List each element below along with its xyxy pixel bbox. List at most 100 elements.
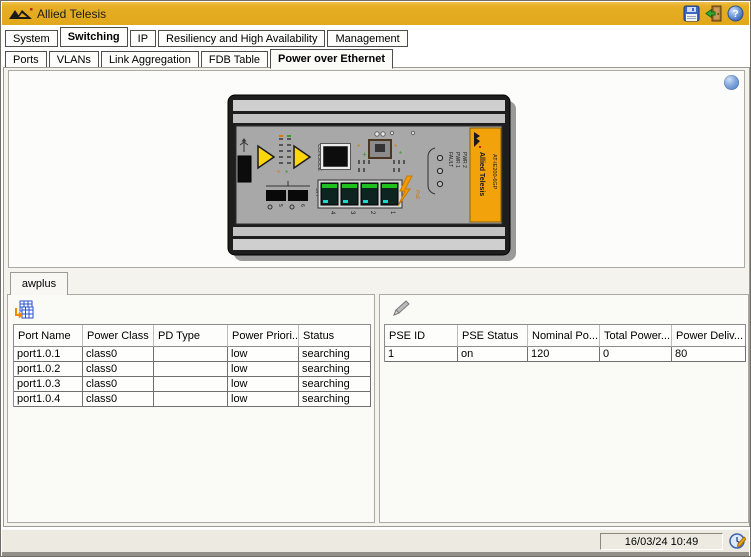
tab-vlans[interactable]: VLANs — [49, 51, 99, 68]
cell-power-class: class0 — [83, 377, 154, 392]
sfp-number: 6 — [299, 204, 305, 207]
pwr2-led — [437, 181, 442, 186]
svg-text:+: + — [362, 150, 367, 159]
poe-label: PoE — [414, 190, 420, 200]
table-row[interactable]: port1.0.1 class0 low searching — [14, 347, 371, 362]
sfp-slot-5[interactable] — [266, 190, 286, 201]
device-image: * * CONSOLE * + — [227, 94, 519, 267]
fault-label: FAULT — [447, 152, 453, 167]
svg-text:*: * — [399, 150, 402, 159]
tab-resiliency[interactable]: Resiliency and High Availability — [158, 30, 325, 47]
cell-port-name: port1.0.4 — [14, 392, 83, 407]
save-button[interactable] — [683, 5, 700, 22]
device-panel: * * CONSOLE * + — [8, 70, 745, 268]
edit-pencil-icon — [391, 299, 411, 319]
fault-led — [437, 155, 442, 160]
help-button[interactable]: ? — [727, 5, 744, 22]
column-header-port-name[interactable]: Port Name — [14, 325, 83, 347]
cell-port-name: port1.0.1 — [14, 347, 83, 362]
application-window: Allied Telesis — [0, 0, 751, 557]
save-icon — [683, 5, 700, 22]
cell-status: searching — [299, 347, 371, 362]
cell-pd-type — [154, 362, 228, 377]
cell-power-class: class0 — [83, 392, 154, 407]
device-model: AT-IE200-6GP — [491, 154, 497, 190]
tab-label: Switching — [68, 31, 120, 43]
tab-label: IP — [138, 33, 148, 45]
primary-tab-bar: System Switching IP Resiliency and High … — [1, 27, 751, 47]
tab-fdb-table[interactable]: FDB Table — [201, 51, 268, 68]
svg-text:*: * — [357, 143, 360, 152]
console-port[interactable] — [322, 145, 349, 168]
tab-link-aggregation[interactable]: Link Aggregation — [101, 51, 199, 68]
pse-table: PSE ID PSE Status Nominal Po... Total Po… — [384, 324, 746, 362]
cell-nominal-power: 120 — [528, 347, 600, 362]
cell-power-priority: low — [228, 377, 299, 392]
sfp-number: 5 — [277, 204, 283, 207]
cell-power-class: class0 — [83, 347, 154, 362]
tab-label: FDB Table — [209, 54, 260, 66]
table-row[interactable]: port1.0.4 class0 low searching — [14, 392, 371, 407]
ethernet-port-3[interactable] — [341, 183, 358, 205]
titlebar-actions: ? — [683, 5, 744, 22]
tab-label: Ports — [13, 54, 39, 66]
cell-power-priority: low — [228, 392, 299, 407]
tab-awplus[interactable]: awplus — [10, 272, 68, 295]
panel-help-button[interactable] — [724, 75, 739, 90]
tab-system[interactable]: System — [5, 30, 58, 47]
logout-button[interactable] — [705, 5, 722, 22]
led-mark-green: * — [285, 169, 288, 178]
ethernet-port-4[interactable] — [321, 183, 338, 205]
tab-management[interactable]: Management — [327, 30, 407, 47]
pse-panel: PSE ID PSE Status Nominal Po... Total Po… — [379, 294, 749, 523]
table-row[interactable]: port1.0.2 class0 low searching — [14, 362, 371, 377]
customize-table-button[interactable] — [13, 299, 35, 321]
product-label: Allied Telesis AT-IE200-6GP — [470, 128, 501, 222]
poe-port-table: Port Name Power Class PD Type Power Prio… — [13, 324, 371, 407]
secondary-tab-bar: Ports VLANs Link Aggregation FDB Table P… — [1, 48, 751, 68]
sfp-slot-6[interactable] — [288, 190, 308, 201]
ethernet-port-1[interactable] — [381, 183, 398, 205]
poe-port-panel: Port Name Power Class PD Type Power Prio… — [7, 294, 375, 523]
svg-text:*: * — [394, 143, 397, 152]
allied-telesis-logo — [9, 7, 33, 21]
logout-icon — [705, 5, 722, 22]
datetime-display: 16/03/24 10:49 — [600, 533, 723, 550]
ethernet-port-2[interactable] — [361, 183, 378, 205]
column-header-pse-status[interactable]: PSE Status — [458, 325, 528, 347]
table-row[interactable]: 1 on 120 0 80 — [385, 347, 746, 362]
column-header-power-priority[interactable]: Power Priori... — [228, 325, 299, 347]
table-row[interactable]: port1.0.3 class0 low searching — [14, 377, 371, 392]
table-header-row: Port Name Power Class PD Type Power Prio… — [14, 325, 371, 347]
column-header-power-delivered[interactable]: Power Deliv... — [672, 325, 746, 347]
cell-power-priority: low — [228, 347, 299, 362]
column-header-power-class[interactable]: Power Class — [83, 325, 154, 347]
cell-pse-status: on — [458, 347, 528, 362]
column-header-nominal-power[interactable]: Nominal Po... — [528, 325, 600, 347]
column-header-status[interactable]: Status — [299, 325, 371, 347]
cell-power-delivered: 80 — [672, 347, 746, 362]
customize-table-icon — [13, 299, 35, 321]
tab-ip[interactable]: IP — [130, 30, 156, 47]
tab-power-over-ethernet[interactable]: Power over Ethernet — [270, 49, 393, 69]
titlebar: Allied Telesis — [2, 2, 749, 25]
cell-total-power: 0 — [600, 347, 672, 362]
set-time-button[interactable] — [729, 532, 746, 549]
window-bottom-edge — [2, 552, 749, 557]
column-header-pse-id[interactable]: PSE ID — [385, 325, 458, 347]
stack-member-label: awplus — [22, 278, 56, 290]
clock-edit-icon — [729, 532, 746, 549]
table-header-row: PSE ID PSE Status Nominal Po... Total Po… — [385, 325, 746, 347]
tab-switching[interactable]: Switching — [60, 27, 128, 47]
help-icon: ? — [727, 5, 744, 22]
tab-label: System — [13, 33, 50, 45]
column-header-total-power[interactable]: Total Power... — [600, 325, 672, 347]
svg-text:?: ? — [732, 9, 738, 20]
cell-pse-id: 1 — [385, 347, 458, 362]
tab-ports[interactable]: Ports — [5, 51, 47, 68]
usb-port[interactable] — [238, 156, 251, 182]
pwr1-led — [437, 168, 442, 173]
edit-button[interactable] — [390, 299, 412, 321]
cell-port-name: port1.0.3 — [14, 377, 83, 392]
column-header-pd-type[interactable]: PD Type — [154, 325, 228, 347]
